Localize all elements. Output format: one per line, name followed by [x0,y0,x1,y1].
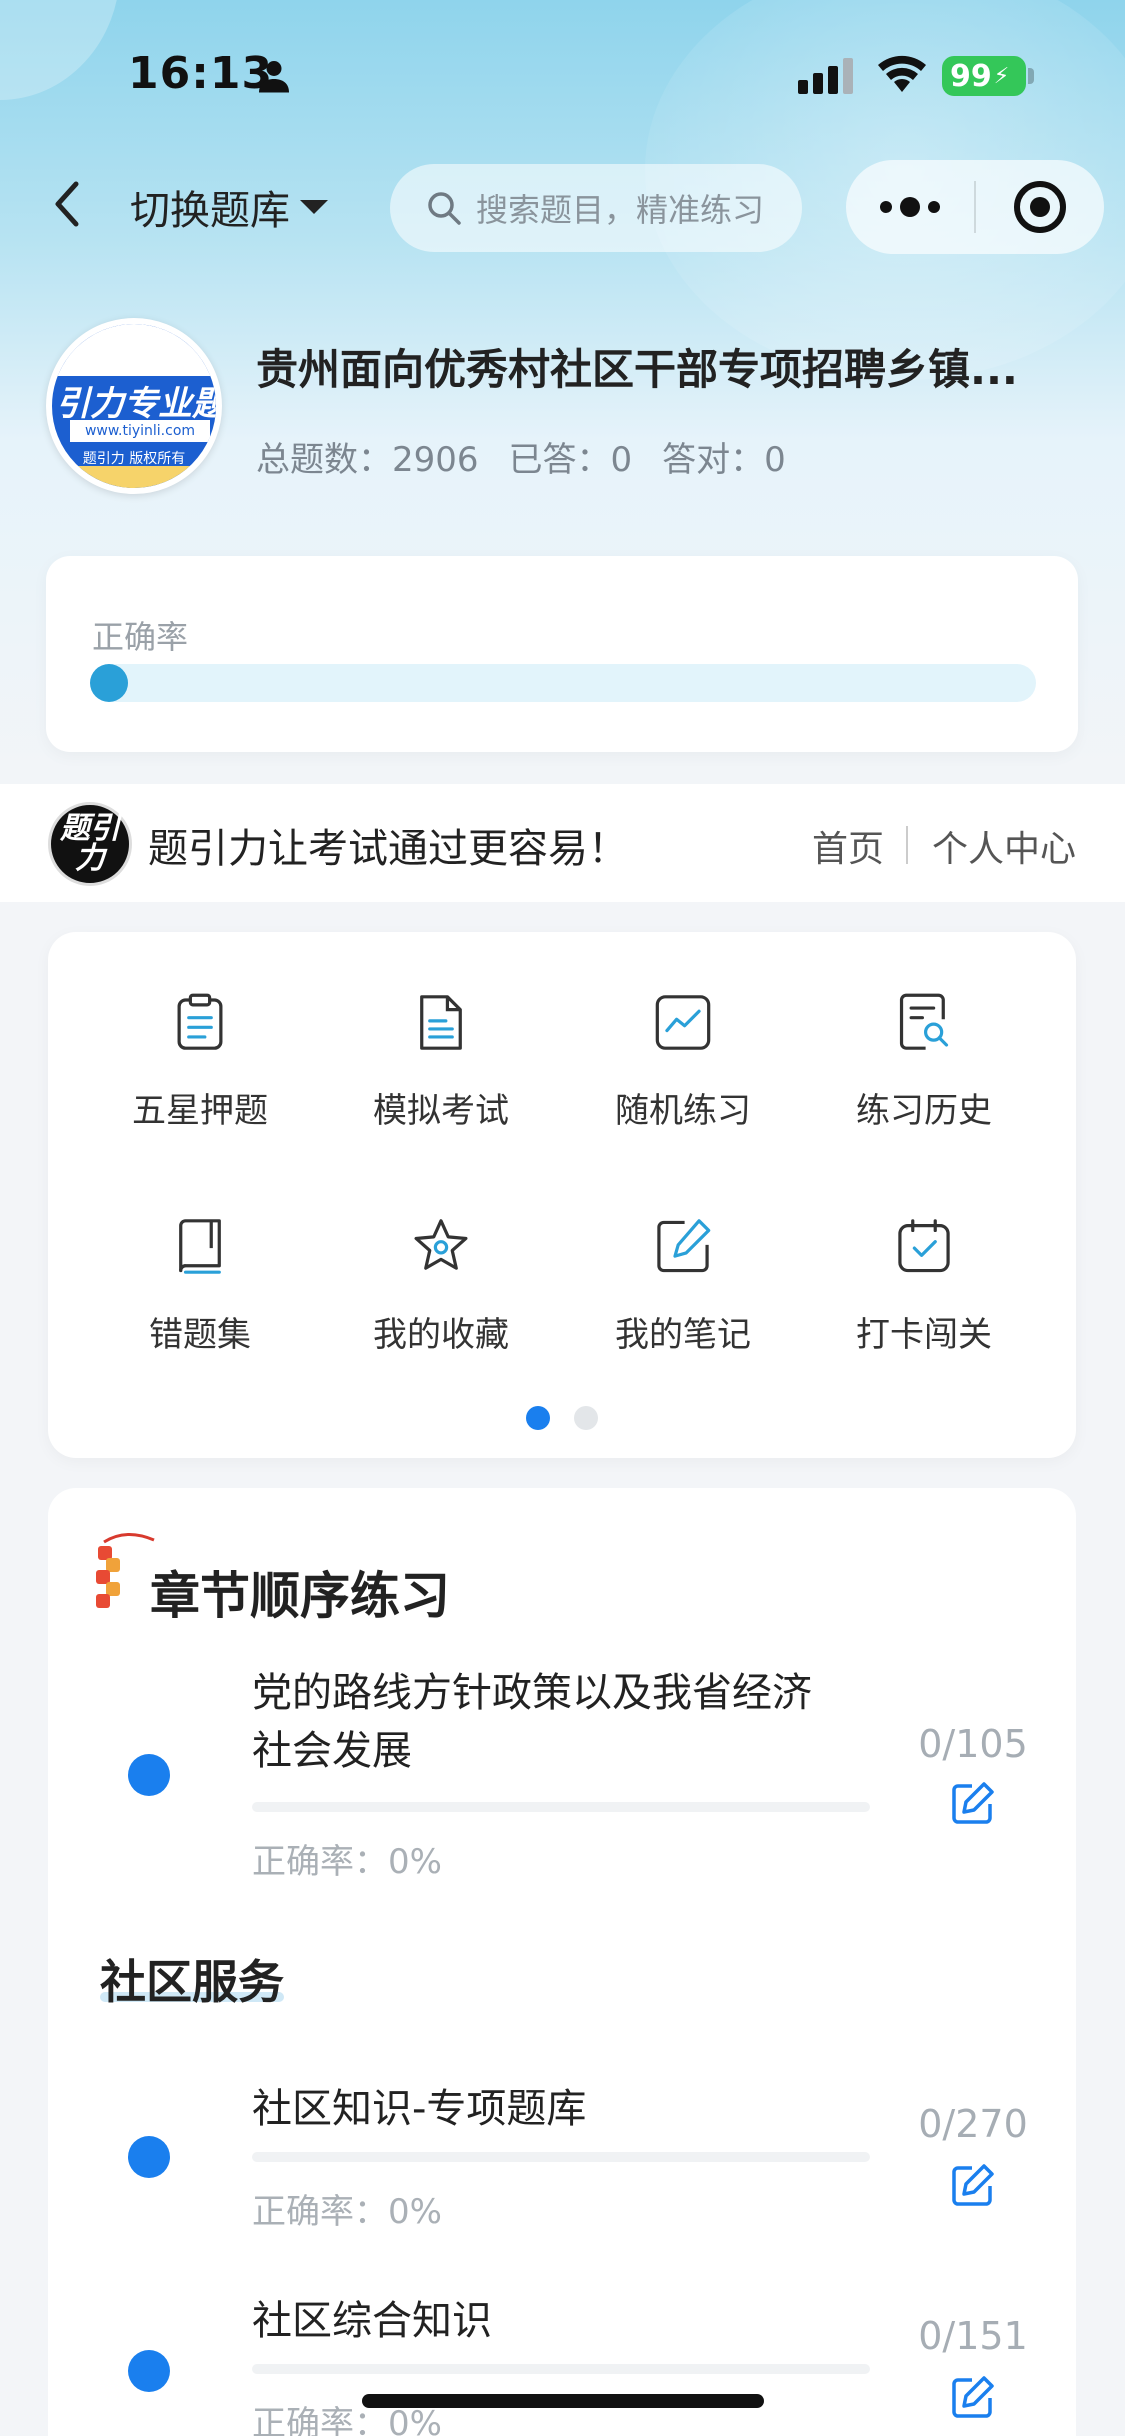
battery-indicator: 99 ⚡ [942,56,1026,96]
logo-copyright-text: 题引力 版权所有 [82,451,186,467]
feature-label: 我的收藏 [373,1315,509,1355]
home-indicator[interactable] [362,2394,764,2408]
feature-random-practice[interactable]: 随机练习 [562,932,804,1132]
search-placeholder: 搜索题目，精准练习 [476,191,765,229]
feature-label: 我的笔记 [615,1315,751,1355]
switch-bank-label: 切换题库 [130,188,290,234]
stat-correct: 答对：0 [662,440,786,480]
feature-label: 打卡闯关 [856,1315,992,1355]
chart-line-icon [655,995,711,1050]
feature-mock-exam[interactable]: 模拟考试 [320,932,562,1132]
status-time: 16:13 [128,48,274,99]
accuracy-label: 正确率 [92,618,189,656]
feature-favorites[interactable]: 我的收藏 [320,1156,562,1356]
miniapp-capsule [846,160,1104,254]
switch-bank-dropdown[interactable]: 切换题库 [130,178,328,236]
stat-answered: 已答：0 [508,440,633,480]
pager-dot[interactable] [574,1406,598,1430]
chapter-count: 0/151 [918,2314,1028,2358]
caret-down-icon [300,200,328,214]
more-dot-icon [880,201,892,213]
feature-label: 五星押题 [132,1091,268,1131]
logo-brand-text: 引力专业题 [56,384,222,424]
charging-bolt-icon: ⚡ [993,63,1010,89]
chapter-status-dot [128,1754,170,1796]
promo-divider [906,826,908,864]
chevron-left-icon [55,181,79,227]
chapter-accuracy: 正确率：0% [252,2192,442,2232]
chapter-item-title[interactable]: 党的路线方针政策以及我省经济 社会发展 [252,1664,812,1780]
chapter-item-title[interactable]: 社区知识-专项题库 [252,2080,586,2138]
feature-label: 练习历史 [856,1091,992,1131]
chapter-progress-bar [252,1802,870,1812]
chapter-count: 0/105 [918,1722,1028,1766]
feature-wrong-questions[interactable]: 错题集 [79,1156,321,1356]
personal-center-link[interactable]: 个人中心 [932,820,1076,872]
signal-icon [798,58,853,94]
accuracy-progress-bar [92,664,1036,702]
feature-notes[interactable]: 我的笔记 [562,1156,804,1356]
calendar-check-icon [898,1219,950,1273]
tiyinli-logo: 题引力 [48,802,132,886]
target-icon [1014,181,1066,233]
more-button[interactable] [846,160,974,254]
more-dot-icon [900,197,920,217]
document-icon [420,995,462,1050]
edit-icon[interactable] [948,2162,996,2210]
bank-title: 贵州面向优秀村社区干部专项招聘乡镇... [256,345,1018,394]
section-title: 章节顺序练习 [150,1567,450,1625]
search-input[interactable]: 搜索题目，精准练习 [390,164,802,252]
chapter-accuracy: 正确率：0% [252,1842,442,1882]
edit-icon[interactable] [948,1780,996,1828]
more-dot-icon [928,201,940,213]
chapter-progress-bar [252,2152,870,2162]
feature-label: 模拟考试 [373,1091,509,1131]
edit-icon[interactable] [948,2374,996,2422]
question-bank-logo: 引力专业题 www.tiyinli.com 题引力 版权所有 [46,318,222,494]
feature-practice-history[interactable]: 练习历史 [803,932,1045,1132]
bank-stats: 总题数：2906 已答：0 答对：0 [256,432,786,481]
back-button[interactable] [44,176,88,232]
accuracy-progress-indicator [90,664,128,702]
close-miniapp-button[interactable] [976,160,1104,254]
promo-slogan: 题引力让考试通过更容易！ [148,826,628,872]
accuracy-card [46,556,1078,752]
search-icon [428,192,461,225]
clipboard-icon [177,993,223,1050]
feature-label: 错题集 [149,1315,251,1355]
battery-level: 99 [950,58,992,94]
chapter-status-dot [128,2136,170,2178]
person-icon [259,61,289,93]
book-icon [179,1219,221,1274]
home-link[interactable]: 首页 [812,820,884,872]
feature-checkin[interactable]: 打卡闯关 [803,1156,1045,1356]
pager-dot-active[interactable] [526,1406,550,1430]
chapter-count: 0/270 [918,2102,1028,2146]
sub-section-title: 社区服务 [100,1955,284,2009]
wifi-icon [878,55,926,92]
history-search-icon [899,993,949,1050]
feature-five-star[interactable]: 五星押题 [79,932,321,1132]
star-icon [414,1219,468,1270]
logo-url-text: www.tiyinli.com [70,420,210,442]
chapter-item-title[interactable]: 社区综合知识 [252,2292,492,2350]
feature-label: 随机练习 [615,1091,751,1131]
chapter-status-dot [128,2350,170,2392]
edit-note-icon [657,1219,711,1273]
chapter-progress-bar [252,2364,870,2374]
stat-total: 总题数：2906 [256,440,479,480]
battery-tip [1028,68,1034,84]
